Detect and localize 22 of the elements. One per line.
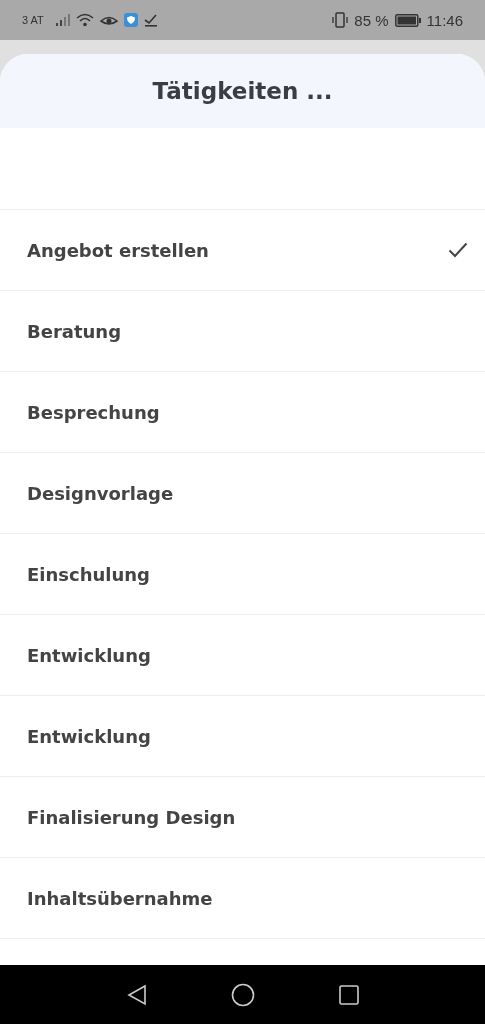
activity-item[interactable]: Entwicklung	[0, 615, 485, 696]
activity-item[interactable]: Beratung	[0, 291, 485, 372]
shield-icon	[123, 13, 138, 27]
activity-item[interactable]: Entwicklung	[0, 696, 485, 777]
activity-item[interactable]: Einschulung	[0, 534, 485, 615]
activity-item[interactable]: Finalisierung Design	[0, 777, 485, 858]
carrier-label: 3 AT	[22, 14, 44, 26]
activity-item[interactable]: Angebot erstellen	[0, 210, 485, 291]
sheet-title: Tätigkeiten ...	[152, 78, 333, 104]
recents-icon[interactable]	[338, 984, 359, 1005]
activity-item[interactable]: Besprechung	[0, 372, 485, 453]
checkmark-icon	[143, 13, 158, 27]
vibrate-icon	[332, 12, 349, 28]
home-icon[interactable]	[230, 982, 255, 1007]
back-icon[interactable]	[126, 983, 147, 1006]
activity-item[interactable]: Designvorlage	[0, 453, 485, 534]
battery-icon	[394, 13, 421, 27]
battery-percent: 85 %	[354, 11, 389, 29]
signal-icon	[55, 14, 70, 26]
clock: 11:46	[426, 11, 463, 29]
wifi-icon	[75, 13, 94, 27]
activity-item[interactable]: Inhaltsübernahme	[0, 858, 485, 939]
